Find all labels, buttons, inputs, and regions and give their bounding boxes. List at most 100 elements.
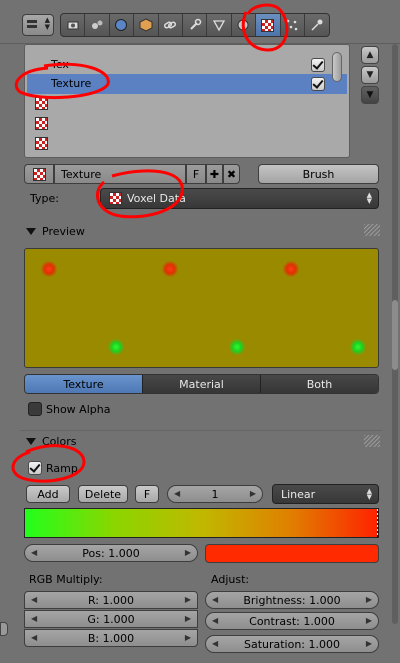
preview-green-dot bbox=[108, 339, 124, 355]
slot-list-scrollbar[interactable] bbox=[332, 52, 342, 82]
b-multiply-field[interactable]: ◀ B: 1.000 ▶ bbox=[24, 629, 198, 647]
region-edge-handle[interactable] bbox=[0, 622, 8, 636]
interpolation-value: Linear bbox=[281, 487, 316, 501]
preview-mode-toggle: Texture Material Both bbox=[24, 374, 379, 394]
editor-type-arrows: ▲ ▼ bbox=[44, 16, 50, 31]
editor-type-menu[interactable]: ▲ ▼ bbox=[22, 14, 54, 36]
fake-user-button[interactable]: F bbox=[186, 164, 206, 184]
particles-icon bbox=[286, 19, 298, 31]
ramp-flip-button[interactable]: F bbox=[135, 485, 159, 503]
g-value: G: 1.000 bbox=[87, 612, 135, 626]
increment-arrow-icon[interactable]: ▶ bbox=[185, 614, 191, 623]
show-alpha-label: Show Alpha bbox=[46, 403, 111, 416]
ramp-checkbox[interactable] bbox=[28, 461, 42, 475]
render-icon bbox=[67, 21, 79, 30]
texture-icon bbox=[109, 192, 122, 205]
increment-arrow-icon[interactable]: ▶ bbox=[250, 489, 256, 498]
plus-icon: ✚ bbox=[209, 167, 220, 181]
preview-both-tab[interactable]: Both bbox=[261, 375, 378, 393]
slot-item-empty[interactable] bbox=[27, 134, 347, 154]
ramp-delete-button[interactable]: Delete bbox=[78, 485, 128, 503]
texture-slot-list[interactable]: Tex Texture bbox=[24, 44, 350, 158]
increment-arrow-icon[interactable]: ▶ bbox=[185, 633, 191, 642]
slot-item-empty[interactable] bbox=[27, 114, 347, 134]
decrement-arrow-icon[interactable]: ◀ bbox=[212, 639, 218, 648]
collapse-triangle-icon bbox=[26, 438, 36, 445]
rgb-multiply-label: RGB Multiply: bbox=[29, 573, 103, 586]
brush-label: Brush bbox=[302, 167, 335, 181]
preview-green-dot bbox=[350, 339, 366, 355]
b-value: B: 1.000 bbox=[87, 631, 135, 645]
move-slot-up-button[interactable]: ▲ bbox=[361, 46, 379, 64]
color-ramp[interactable] bbox=[24, 508, 379, 538]
ramp-add-button[interactable]: Add bbox=[26, 485, 70, 503]
slot-item-tex[interactable]: Tex bbox=[27, 55, 347, 75]
data-tab[interactable] bbox=[207, 14, 232, 36]
fake-user-label: F bbox=[192, 167, 200, 181]
contrast-field[interactable]: ◀ Contrast: 1.000 ▶ bbox=[205, 612, 379, 630]
scene-icon bbox=[92, 20, 103, 29]
ramp-stop-marker[interactable] bbox=[377, 509, 378, 537]
add-label: Add bbox=[37, 487, 59, 501]
slot-enable-checkbox[interactable] bbox=[311, 58, 325, 72]
unlink-texture-button[interactable]: ✖ bbox=[223, 164, 240, 184]
new-texture-button[interactable]: ✚ bbox=[206, 164, 223, 184]
slot-specials-menu[interactable]: ▼ bbox=[361, 86, 379, 104]
triangle-down-icon: ▼ bbox=[366, 90, 374, 100]
world-tab[interactable] bbox=[110, 14, 135, 36]
ramp-interpolation-dropdown[interactable]: Linear ▲ ▼ bbox=[272, 484, 379, 504]
texture-icon bbox=[261, 18, 275, 32]
texture-type-dropdown[interactable]: Voxel Data ▲ ▼ bbox=[100, 188, 379, 209]
physics-tab[interactable] bbox=[305, 14, 329, 36]
saturation-field[interactable]: ◀ Saturation: 1.000 ▶ bbox=[205, 635, 379, 653]
ramp-active-index-field[interactable]: ◀ 1 ▶ bbox=[167, 485, 263, 503]
texture-tab[interactable] bbox=[256, 14, 281, 36]
g-multiply-field[interactable]: ◀ G: 1.000 ▶ bbox=[24, 610, 198, 628]
panel-drag-grip-icon[interactable] bbox=[364, 435, 380, 447]
decrement-arrow-icon[interactable]: ◀ bbox=[174, 489, 180, 498]
object-tab[interactable] bbox=[134, 14, 159, 36]
slot-item-empty[interactable] bbox=[27, 94, 347, 114]
decrement-arrow-icon[interactable]: ◀ bbox=[212, 595, 218, 604]
constraints-icon bbox=[164, 21, 177, 29]
physics-icon bbox=[311, 19, 323, 31]
texture-icon bbox=[35, 137, 48, 150]
increment-arrow-icon[interactable]: ▶ bbox=[366, 595, 372, 604]
decrement-arrow-icon[interactable]: ◀ bbox=[31, 595, 37, 604]
slot-enable-checkbox[interactable] bbox=[311, 77, 325, 91]
texture-name-field[interactable]: Texture bbox=[54, 164, 186, 184]
slot-item-texture[interactable]: Texture bbox=[27, 74, 347, 94]
decrement-arrow-icon[interactable]: ◀ bbox=[31, 614, 37, 623]
browse-texture-button[interactable] bbox=[24, 164, 54, 184]
decrement-arrow-icon[interactable]: ◀ bbox=[31, 548, 37, 557]
brush-button[interactable]: Brush bbox=[258, 164, 379, 184]
texture-name: Texture bbox=[61, 167, 102, 181]
particles-tab[interactable] bbox=[281, 14, 305, 36]
object-icon bbox=[139, 18, 153, 32]
preview-panel-header[interactable]: Preview bbox=[20, 220, 382, 242]
constraints-tab[interactable] bbox=[159, 14, 183, 36]
increment-arrow-icon[interactable]: ▶ bbox=[366, 639, 372, 648]
ramp-stop-color-swatch[interactable] bbox=[205, 544, 379, 563]
r-multiply-field[interactable]: ◀ R: 1.000 ▶ bbox=[24, 591, 198, 609]
decrement-arrow-icon[interactable]: ◀ bbox=[31, 633, 37, 642]
ramp-position-field[interactable]: ◀ Pos: 1.000 ▶ bbox=[24, 544, 198, 562]
brightness-field[interactable]: ◀ Brightness: 1.000 ▶ bbox=[205, 591, 379, 609]
move-slot-down-button[interactable]: ▼ bbox=[361, 66, 379, 84]
colors-panel-header[interactable]: Colors bbox=[20, 430, 382, 452]
increment-arrow-icon[interactable]: ▶ bbox=[366, 616, 372, 625]
decrement-arrow-icon[interactable]: ◀ bbox=[212, 616, 218, 625]
increment-arrow-icon[interactable]: ▶ bbox=[185, 548, 191, 557]
preview-material-tab[interactable]: Material bbox=[143, 375, 261, 393]
modifiers-tab[interactable] bbox=[183, 14, 208, 36]
panel-drag-grip-icon[interactable] bbox=[364, 224, 380, 236]
preview-texture-tab[interactable]: Texture bbox=[25, 375, 143, 393]
scene-tab[interactable] bbox=[85, 14, 110, 36]
render-tab[interactable] bbox=[61, 14, 86, 36]
increment-arrow-icon[interactable]: ▶ bbox=[185, 595, 191, 604]
material-tab[interactable] bbox=[232, 14, 257, 36]
slot-label: Texture bbox=[51, 77, 92, 90]
r-value: R: 1.000 bbox=[88, 593, 134, 607]
properties-scrollbar-thumb[interactable] bbox=[392, 300, 398, 370]
show-alpha-checkbox[interactable] bbox=[28, 402, 42, 416]
